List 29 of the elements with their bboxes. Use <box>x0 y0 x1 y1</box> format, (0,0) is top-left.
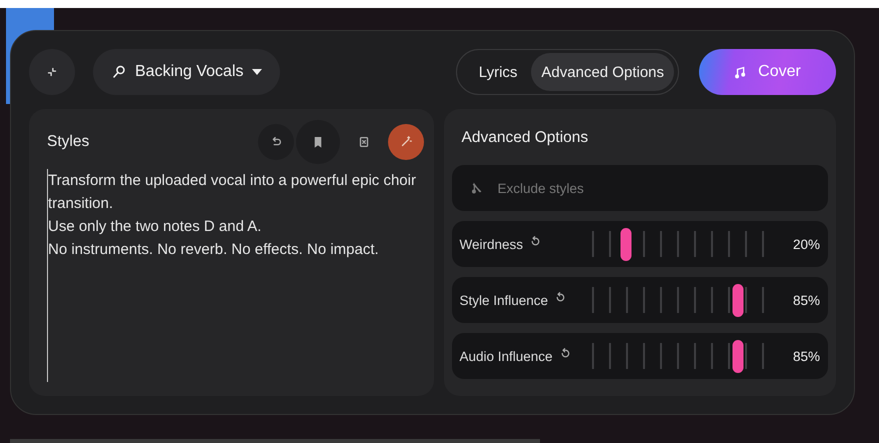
slider-value: 20% <box>792 236 820 252</box>
slider-thumb[interactable] <box>732 284 744 317</box>
bookmark-button[interactable] <box>296 120 340 164</box>
slider-track[interactable] <box>592 228 764 260</box>
voice-dropdown[interactable]: Backing Vocals <box>93 49 280 95</box>
slider-label: Audio Influence <box>460 348 553 364</box>
no-music-icon <box>470 181 484 195</box>
slider-track[interactable] <box>592 284 764 316</box>
slider-track[interactable] <box>592 340 764 372</box>
slider-label: Style Influence <box>460 292 548 308</box>
reset-icon <box>558 347 572 360</box>
tab[interactable]: Advanced Options <box>531 53 674 91</box>
caret-icon <box>252 69 262 75</box>
scroll-bar[interactable] <box>10 439 540 443</box>
slider-label: Weirdness <box>460 236 524 252</box>
slider-value: 85% <box>792 348 820 364</box>
advanced-options-title: Advanced Options <box>460 128 590 148</box>
slider-thumb[interactable] <box>732 340 744 373</box>
slider-value: 85% <box>792 292 820 308</box>
magic-wand-button[interactable] <box>388 124 424 160</box>
exclude-styles-field[interactable]: Exclude styles <box>452 165 828 211</box>
styles-textarea[interactable]: Transform the uploaded vocal into a powerful epic choir transition. Use only the two notes D and A. No instruments. No reverb. No effects. No impact. <box>47 169 418 382</box>
tab[interactable]: Lyrics <box>468 53 528 91</box>
collapse-icon <box>45 65 59 79</box>
reset-icon <box>529 235 542 248</box>
slider-thumb[interactable] <box>620 228 632 261</box>
styles-title: Styles <box>47 133 90 151</box>
cover-button[interactable]: Cover <box>699 49 836 95</box>
reset-icon <box>554 291 568 304</box>
